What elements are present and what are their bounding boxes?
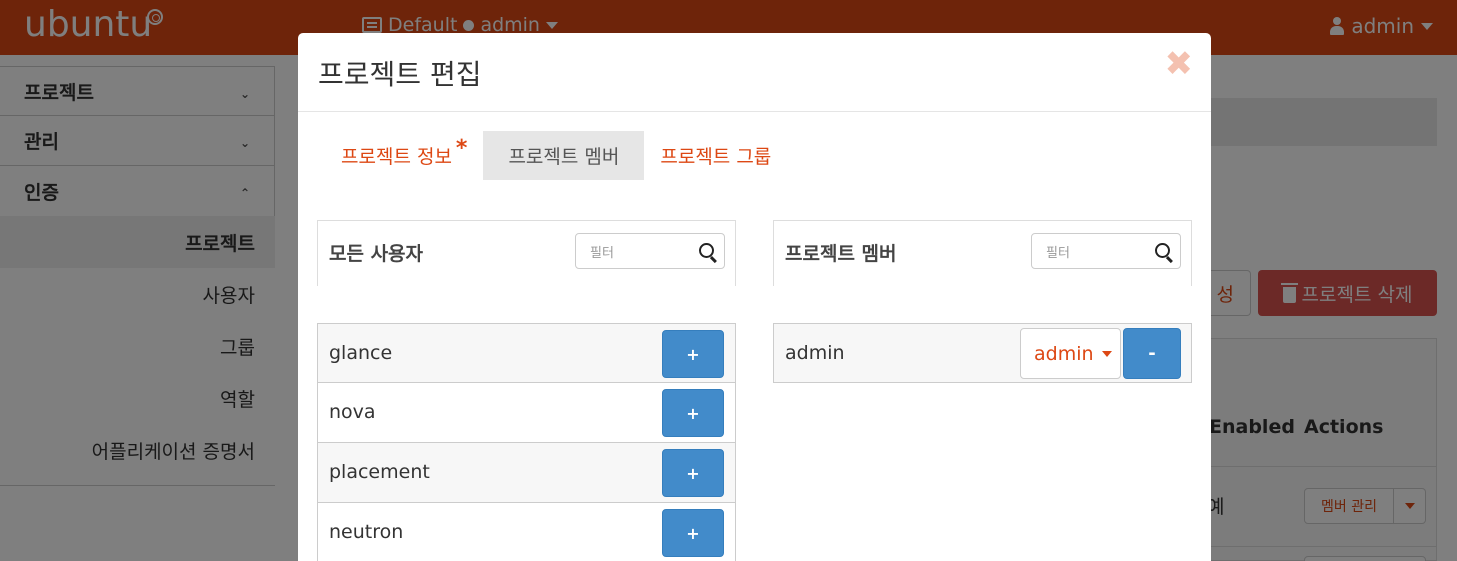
remove-member-button[interactable]: - <box>1123 328 1181 379</box>
project-members-list: admin admin - <box>773 323 1192 383</box>
list-item: neutron + <box>317 503 736 561</box>
tab-project-groups[interactable]: 프로젝트 그룹 <box>644 131 787 180</box>
modal-title: 프로젝트 편집 <box>318 58 482 91</box>
user-name: placement <box>329 461 430 483</box>
filter-placeholder: 필터 <box>1046 246 1070 261</box>
tab-label: 프로젝트 멤버 <box>508 146 620 168</box>
modal-header: 프로젝트 편집 ✖ <box>298 33 1211 112</box>
tab-project-members[interactable]: 프로젝트 멤버 <box>483 131 645 180</box>
user-name: glance <box>329 342 393 364</box>
user-name: nova <box>329 401 376 423</box>
list-item: admin admin - <box>773 323 1192 383</box>
edit-project-modal: 프로젝트 편집 ✖ 프로젝트 정보 * 프로젝트 멤버 프로젝트 그룹 모든 사… <box>298 33 1211 561</box>
add-user-button[interactable]: + <box>662 449 724 497</box>
chevron-down-icon <box>1101 350 1112 357</box>
add-user-button[interactable]: + <box>662 509 724 557</box>
tab-label: 프로젝트 정보 <box>341 146 452 168</box>
close-icon[interactable]: ✖ <box>1165 47 1194 81</box>
required-asterisk: * <box>455 136 468 161</box>
list-item: glance + <box>317 323 736 383</box>
role-value: admin <box>1034 342 1094 365</box>
list-item: placement + <box>317 443 736 503</box>
list-item: nova + <box>317 383 736 443</box>
all-users-list: glance + nova + placement + neutron + <box>317 323 736 561</box>
filter-placeholder: 필터 <box>590 246 614 261</box>
add-user-button[interactable]: + <box>662 330 724 378</box>
project-members-title: 프로젝트 멤버 <box>785 243 897 265</box>
member-name: admin <box>785 342 845 364</box>
user-name: neutron <box>329 521 404 543</box>
search-icon <box>1155 243 1170 258</box>
all-users-title: 모든 사용자 <box>329 243 424 265</box>
tab-project-info[interactable]: 프로젝트 정보 * <box>325 131 483 180</box>
add-user-button[interactable]: + <box>662 389 724 437</box>
project-members-header: 프로젝트 멤버 필터 <box>773 220 1192 286</box>
role-select[interactable]: admin <box>1020 328 1121 379</box>
all-users-filter-input[interactable]: 필터 <box>575 233 725 269</box>
search-icon <box>699 243 714 258</box>
project-members-filter-input[interactable]: 필터 <box>1031 233 1181 269</box>
modal-tabs: 프로젝트 정보 * 프로젝트 멤버 프로젝트 그룹 <box>325 131 787 180</box>
all-users-header: 모든 사용자 필터 <box>317 220 736 286</box>
tab-label: 프로젝트 그룹 <box>660 146 772 168</box>
